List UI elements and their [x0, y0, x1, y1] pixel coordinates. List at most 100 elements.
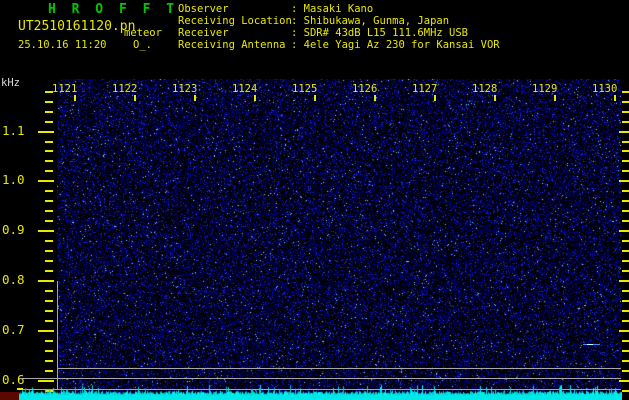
freq-tick-minor-left: [45, 190, 53, 192]
info-row-value: : Masaki Kano: [291, 3, 373, 15]
time-tick: [374, 95, 376, 101]
freq-tick-major-right: [619, 131, 629, 133]
freq-tick-minor-right: [622, 250, 629, 252]
time-tick: [314, 95, 316, 101]
freq-tick-major-right: [619, 330, 629, 332]
freq-tick-minor-right: [622, 260, 629, 262]
freq-tick-major-right: [619, 180, 629, 182]
freq-tick-minor-left: [45, 260, 53, 262]
reference-line-middle: [19, 378, 621, 379]
freq-tick-minor-left: [45, 101, 53, 103]
freq-label: 1.1: [2, 123, 25, 138]
freq-label: 1.0: [2, 172, 25, 187]
info-row-label: Observer: [178, 3, 291, 15]
freq-tick-minor-right: [622, 340, 629, 342]
mode-label: meteor: [124, 27, 162, 39]
freq-tick-minor-left: [45, 210, 53, 212]
freq-tick-minor-left: [45, 350, 53, 352]
freq-tick-minor-left: [45, 160, 53, 162]
freq-tick-major-left: [38, 380, 54, 382]
freq-tick-minor-left: [45, 200, 53, 202]
freq-axis-unit-label: kHz: [1, 77, 20, 89]
freq-tick-minor-left: [45, 290, 53, 292]
level-scale-vertical-line: [57, 281, 58, 389]
time-label: 1129: [532, 83, 557, 95]
app-title: H R O F F T: [48, 2, 178, 17]
time-label: 1128: [472, 83, 497, 95]
freq-tick-minor-right: [622, 111, 629, 113]
time-tick: [494, 95, 496, 101]
info-row-value: : SDR# 43dB L15 111.6MHz USB: [291, 27, 468, 39]
freq-tick-minor-left: [45, 220, 53, 222]
freq-tick-major-left: [38, 230, 54, 232]
freq-label: 0.7: [2, 322, 25, 337]
faint-echo-streak-bright: [587, 344, 593, 345]
info-row-label: Receiver: [178, 27, 291, 39]
time-tick: [614, 95, 616, 101]
freq-tick-minor-right: [622, 310, 629, 312]
freq-tick-major-right: [619, 280, 629, 282]
freq-tick-major-left: [38, 280, 54, 282]
freq-tick-minor-left: [45, 360, 53, 362]
time-label: 1122: [112, 83, 137, 95]
time-label: 1123: [172, 83, 197, 95]
status-indicator: O_.: [133, 39, 152, 51]
time-label: 1124: [232, 83, 257, 95]
freq-tick-major-left: [38, 180, 54, 182]
time-tick: [254, 95, 256, 101]
info-row-0: Observer: Masaki Kano: [178, 3, 500, 15]
freq-tick-minor-left: [45, 270, 53, 272]
freq-tick-minor-left: [45, 250, 53, 252]
info-row-label: Receiving Location: [178, 15, 291, 27]
freq-tick-minor-right: [622, 360, 629, 362]
time-tick: [74, 95, 76, 101]
freq-tick-minor-right: [622, 170, 629, 172]
freq-tick-minor-left: [45, 240, 53, 242]
freq-tick-minor-right: [622, 220, 629, 222]
datetime-label: 25.10.16 11:20: [18, 39, 107, 51]
freq-tick-minor-left: [45, 141, 53, 143]
freq-tick-minor-right: [622, 141, 629, 143]
time-label: 1130: [592, 83, 617, 95]
freq-tick-major-left: [38, 131, 54, 133]
freq-tick-minor-right: [622, 200, 629, 202]
freq-tick-minor-right: [622, 270, 629, 272]
freq-tick-major-right: [619, 380, 629, 382]
freq-tick-minor-left: [45, 91, 53, 93]
freq-tick-minor-right: [622, 240, 629, 242]
freq-tick-minor-right: [622, 101, 629, 103]
freq-tick-minor-right: [622, 320, 629, 322]
hrofft-screen: H R O F F T UT2510161120.pn meteor 25.10…: [0, 0, 629, 400]
freq-tick-minor-right: [622, 150, 629, 152]
time-tick: [434, 95, 436, 101]
info-row-value: : 4ele Yagi Az 230 for Kansai VOR: [291, 39, 500, 51]
station-info-block: Observer: Masaki Kano Receiving Location:…: [178, 3, 500, 51]
freq-tick-minor-right: [622, 160, 629, 162]
bottom-left-marker-block: [0, 392, 19, 400]
freq-tick-minor-right: [622, 190, 629, 192]
time-label: 1121: [52, 83, 77, 95]
info-row-2: Receiver: SDR# 43dB L15 111.6MHz USB: [178, 27, 500, 39]
freq-tick-minor-left: [45, 150, 53, 152]
info-row-label: Receiving Antenna: [178, 39, 291, 51]
freq-tick-minor-left: [45, 300, 53, 302]
freq-tick-minor-left: [45, 170, 53, 172]
time-label: 1126: [352, 83, 377, 95]
freq-label: 0.9: [2, 222, 25, 237]
trace-start-tick: [17, 388, 23, 390]
spectrogram-noise-canvas: [57, 79, 621, 400]
freq-tick-minor-right: [622, 91, 629, 93]
freq-tick-minor-right: [622, 290, 629, 292]
freq-tick-minor-right: [622, 370, 629, 372]
freq-tick-minor-right: [622, 390, 629, 392]
freq-tick-minor-right: [622, 300, 629, 302]
freq-label: 0.8: [2, 272, 25, 287]
info-row-value: : Shibukawa, Gunma, Japan: [291, 15, 449, 27]
time-tick: [134, 95, 136, 101]
info-row-1: Receiving Location: Shibukawa, Gunma, Ja…: [178, 15, 500, 27]
freq-tick-minor-right: [622, 121, 629, 123]
freq-tick-minor-right: [622, 210, 629, 212]
freq-tick-minor-left: [45, 340, 53, 342]
time-label: 1127: [412, 83, 437, 95]
freq-tick-minor-left: [45, 370, 53, 372]
